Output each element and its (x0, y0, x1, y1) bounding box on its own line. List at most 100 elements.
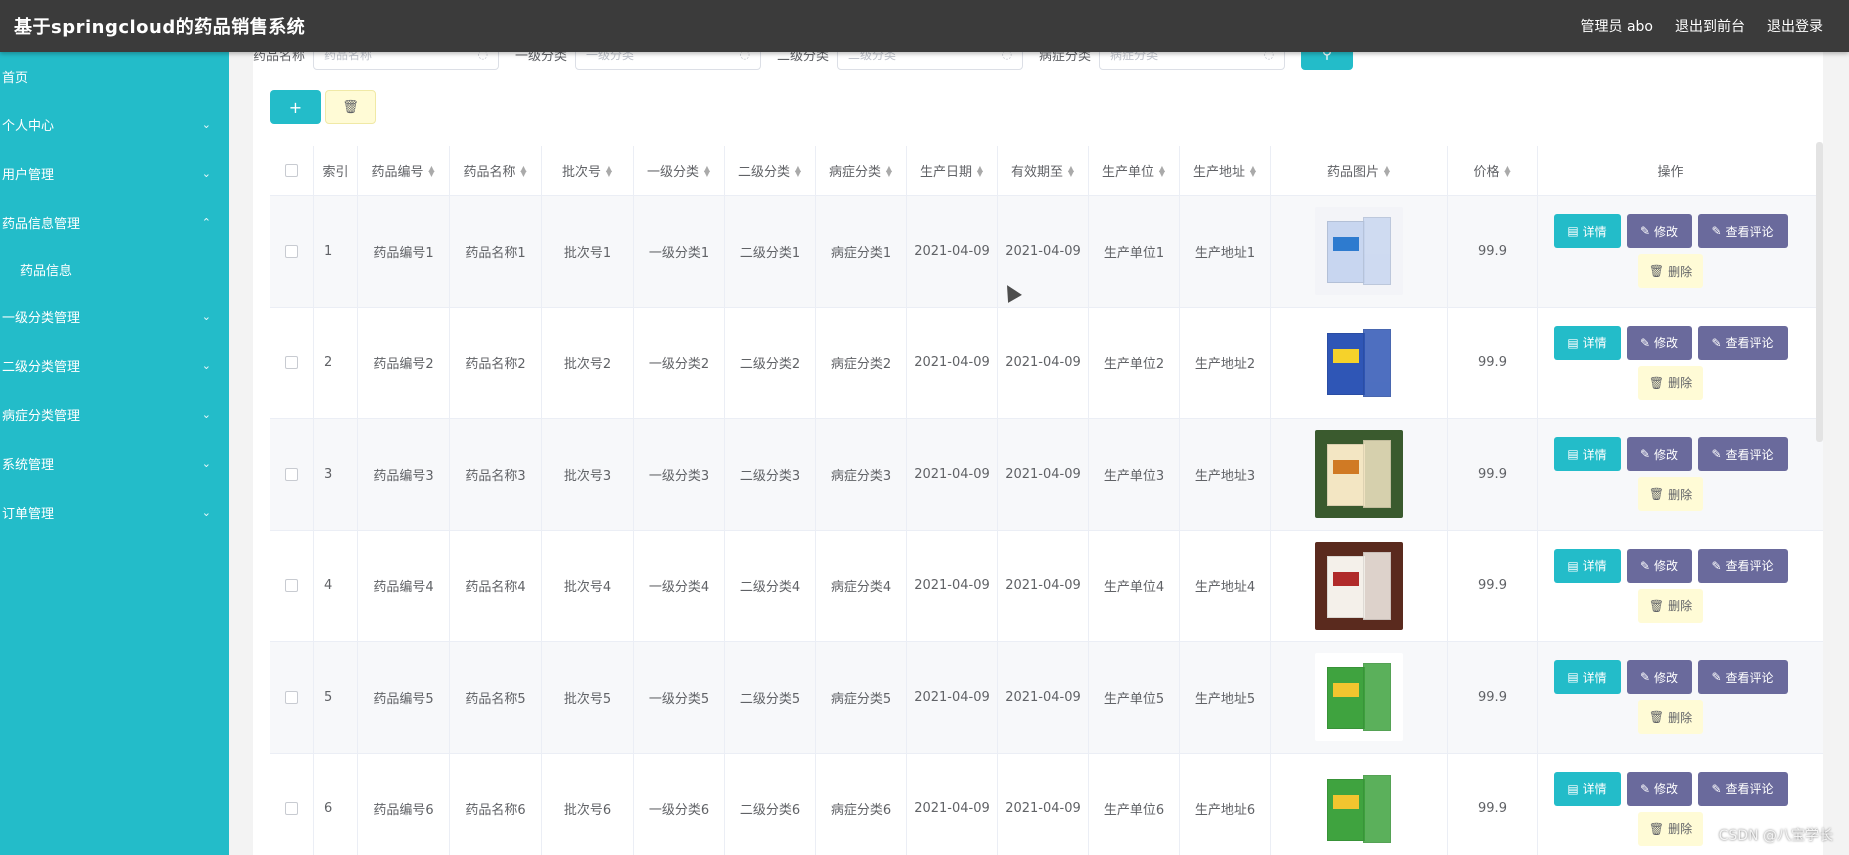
sidebar-item-drug-info[interactable]: 药品信息 (0, 247, 229, 292)
view-reviews-button[interactable]: ✎ 查看评论 (1697, 660, 1788, 695)
detail-button[interactable]: ▤ 详情 (1553, 548, 1621, 583)
search-cat2-label: 二级分类 (777, 52, 830, 64)
sidebar-item-system-mgmt[interactable]: 系统管理 ⌄ (0, 439, 229, 488)
column-header[interactable]: 二级分类 ▲ ▼ (725, 146, 816, 195)
row-checkbox[interactable] (285, 690, 298, 704)
view-reviews-button[interactable]: ✎ 查看评论 (1697, 437, 1788, 472)
select-all-checkbox[interactable] (285, 164, 298, 177)
edit-button[interactable]: ✎ 修改 (1626, 660, 1692, 695)
drug-image[interactable] (1315, 653, 1403, 742)
sort-icon[interactable]: ▲ ▼ (976, 164, 984, 177)
search-name-input[interactable]: 药品名称 ◌ (313, 52, 500, 70)
sort-icon[interactable]: ▲ ▼ (794, 164, 802, 177)
select-all-checkbox-cell[interactable] (270, 146, 314, 195)
row-checkbox[interactable] (285, 467, 298, 481)
column-header[interactable]: 批次号 ▲ ▼ (542, 146, 634, 195)
drug-image[interactable] (1315, 541, 1403, 630)
cell-exp-date: 2021-04-09 (998, 419, 1089, 530)
sidebar-item-cat1-mgmt[interactable]: 一级分类管理 ⌄ (0, 292, 229, 341)
chevron-down-icon: ⌄ (201, 118, 211, 131)
sort-icon[interactable]: ▲ ▼ (1383, 164, 1391, 177)
edit-button[interactable]: ✎ 修改 (1626, 325, 1692, 360)
sidebar-item-home[interactable]: 首页 (0, 52, 229, 100)
add-button[interactable]: + (270, 90, 321, 124)
sort-icon[interactable]: ▲ ▼ (885, 164, 893, 177)
trash-icon: 🗑 (1648, 487, 1665, 502)
view-reviews-button[interactable]: ✎ 查看评论 (1697, 548, 1788, 583)
drug-image[interactable] (1315, 318, 1403, 407)
batch-delete-button[interactable]: 🗑 (325, 90, 376, 124)
column-header[interactable]: 生产日期 ▲ ▼ (907, 146, 998, 195)
sidebar-item-drug-info-mgmt[interactable]: 药品信息管理 ⌃ (0, 198, 229, 247)
sort-icon[interactable]: ▲ ▼ (520, 164, 528, 177)
row-checkbox[interactable] (285, 579, 298, 593)
delete-button[interactable]: 🗑 删除 (1638, 477, 1703, 512)
column-header[interactable]: 药品图片 ▲ ▼ (1271, 146, 1448, 195)
clear-icon: ◌ (1263, 52, 1275, 61)
vertical-scrollbar[interactable] (1816, 142, 1823, 442)
row-checkbox-cell[interactable] (270, 530, 314, 641)
cell-name: 药品名称1 (450, 196, 542, 307)
view-reviews-button[interactable]: ✎ 查看评论 (1697, 325, 1788, 360)
edit-button[interactable]: ✎ 修改 (1626, 214, 1692, 249)
column-header[interactable]: 生产地址 ▲ ▼ (1180, 146, 1271, 195)
row-checkbox-cell[interactable] (270, 419, 314, 530)
sort-icon[interactable]: ▲ ▼ (428, 164, 436, 177)
row-checkbox[interactable] (285, 244, 298, 258)
sidebar-item-users[interactable]: 用户管理 ⌄ (0, 149, 229, 198)
cell-price: 99.9 (1448, 196, 1538, 307)
sort-icon[interactable]: ▲ ▼ (1249, 164, 1257, 177)
document-icon: ▤ (1567, 781, 1579, 796)
search-disease-input[interactable]: 病症分类 ◌ (1099, 52, 1286, 70)
view-reviews-button[interactable]: ✎ 查看评论 (1697, 771, 1788, 806)
sort-icon[interactable]: ▲ ▼ (703, 164, 711, 177)
column-header[interactable]: 有效期至 ▲ ▼ (998, 146, 1089, 195)
search-cat2-input[interactable]: 二级分类 ◌ (837, 52, 1024, 70)
sort-icon[interactable]: ▲ ▼ (1504, 164, 1512, 177)
drug-image[interactable] (1315, 430, 1403, 519)
row-checkbox-cell[interactable] (270, 196, 314, 307)
logout-link[interactable]: 退出登录 (1767, 16, 1823, 36)
row-checkbox-cell[interactable] (270, 753, 314, 855)
drug-image[interactable] (1315, 764, 1403, 853)
row-checkbox[interactable] (285, 356, 298, 370)
sort-icon[interactable]: ▲ ▼ (1067, 164, 1075, 177)
column-header[interactable]: 病症分类 ▲ ▼ (816, 146, 907, 195)
column-header[interactable]: 价格 ▲ ▼ (1448, 146, 1538, 195)
delete-button[interactable]: 🗑 删除 (1638, 700, 1703, 735)
column-header[interactable]: 药品名称 ▲ ▼ (450, 146, 542, 195)
column-header[interactable]: 生产单位 ▲ ▼ (1089, 146, 1180, 195)
chevron-down-icon: ⌄ (201, 310, 211, 323)
package-shape (1327, 667, 1365, 730)
sidebar-item-disease-mgmt[interactable]: 病症分类管理 ⌄ (0, 390, 229, 439)
column-header[interactable]: 药品编号 ▲ ▼ (358, 146, 450, 195)
row-checkbox[interactable] (285, 802, 298, 816)
sort-icon[interactable]: ▲ ▼ (1158, 164, 1166, 177)
sidebar-item-orders-mgmt[interactable]: 订单管理 ⌄ (0, 488, 229, 537)
delete-button[interactable]: 🗑 删除 (1638, 811, 1703, 846)
edit-button[interactable]: ✎ 修改 (1626, 548, 1692, 583)
sort-icon[interactable]: ▲ ▼ (605, 164, 613, 177)
search-cat1-input[interactable]: 一级分类 ◌ (575, 52, 762, 70)
row-checkbox-cell[interactable] (270, 307, 314, 418)
drug-image[interactable] (1315, 207, 1403, 296)
edit-button[interactable]: ✎ 修改 (1626, 437, 1692, 472)
delete-button[interactable]: 🗑 删除 (1638, 588, 1703, 623)
detail-button[interactable]: ▤ 详情 (1553, 660, 1621, 695)
row-checkbox-cell[interactable] (270, 642, 314, 753)
sidebar-item-cat2-mgmt[interactable]: 二级分类管理 ⌄ (0, 341, 229, 390)
cell-prod-date: 2021-04-09 (907, 530, 998, 641)
view-reviews-button[interactable]: ✎ 查看评论 (1697, 214, 1788, 249)
search-button[interactable]: ⚲ (1301, 52, 1354, 70)
cell-cat1: 一级分类4 (634, 530, 725, 641)
edit-button[interactable]: ✎ 修改 (1626, 771, 1692, 806)
delete-button[interactable]: 🗑 删除 (1638, 254, 1703, 289)
detail-button[interactable]: ▤ 详情 (1553, 771, 1621, 806)
detail-button[interactable]: ▤ 详情 (1553, 437, 1621, 472)
sidebar-item-personal[interactable]: 个人中心 ⌄ (0, 100, 229, 149)
detail-button[interactable]: ▤ 详情 (1553, 214, 1621, 249)
detail-button[interactable]: ▤ 详情 (1553, 325, 1621, 360)
delete-button[interactable]: 🗑 删除 (1638, 365, 1703, 400)
to-front-link[interactable]: 退出到前台 (1675, 16, 1745, 36)
column-header[interactable]: 一级分类 ▲ ▼ (634, 146, 725, 195)
